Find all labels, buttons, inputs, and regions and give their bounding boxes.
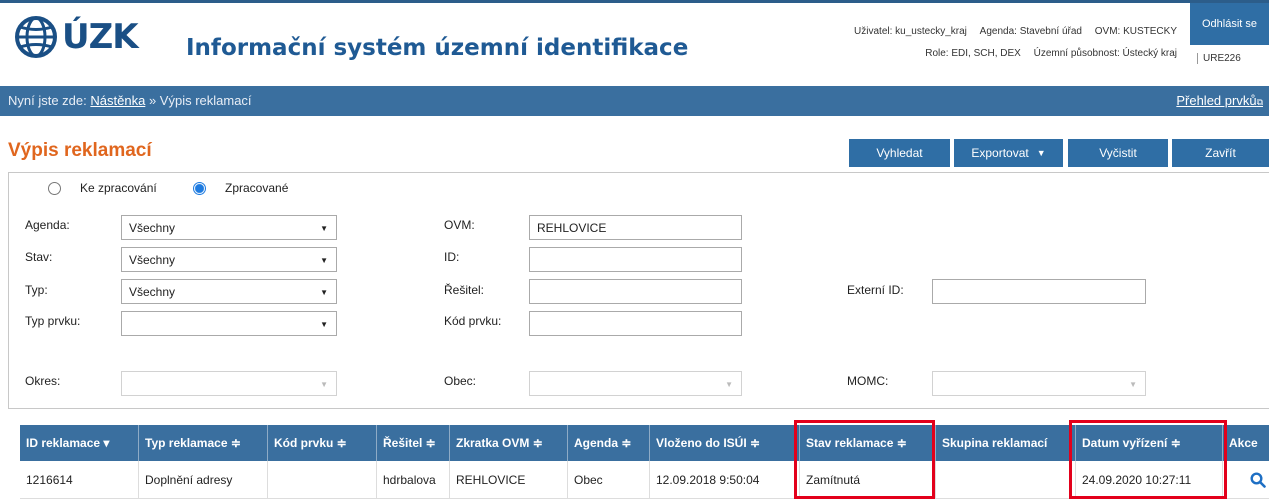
app-title: Informační systém územní identifikace — [186, 35, 689, 61]
app-header: ÚZK Informační systém územní identifikac… — [0, 0, 1269, 86]
overview-link[interactable]: Přehled prvků⧉ — [1176, 93, 1263, 108]
resitel-field[interactable] — [529, 279, 742, 304]
caret-down-icon: ▼ — [320, 380, 328, 389]
caret-down-icon: ▼ — [320, 224, 328, 233]
stav-select-value: Všechny — [129, 253, 176, 267]
col-kod-prvku[interactable]: Kód prvku ≑ — [268, 425, 377, 461]
resitel-label: Řešitel: — [444, 283, 485, 297]
caret-down-icon: ▼ — [1129, 380, 1137, 389]
radio-pending-label: Ke zpracování — [80, 181, 157, 195]
search-icon[interactable] — [1250, 472, 1266, 488]
close-button[interactable]: Zavřít — [1172, 139, 1269, 167]
agenda-select-value: Všechny — [129, 221, 176, 235]
user-ovm: OVM: KUSTECKY — [1094, 26, 1177, 37]
radio-pending[interactable]: Ke zpracování — [48, 181, 157, 195]
cell-typ: Doplnění adresy — [139, 461, 268, 499]
okres-label: Okres: — [25, 374, 61, 388]
obec-select[interactable]: ▼ — [529, 371, 742, 396]
breadcrumb: Nyní jste zde: Nástěnka » Výpis reklamac… — [0, 86, 1269, 116]
col-typ-reklamace[interactable]: Typ reklamace ≑ — [139, 425, 268, 461]
typ-prvku-select[interactable]: ▼ — [121, 311, 337, 336]
breadcrumb-home-link[interactable]: Nástěnka — [90, 93, 145, 108]
user-info: Uživatel: ku_ustecky_kraj Agenda: Staveb… — [844, 21, 1177, 65]
momc-select[interactable]: ▼ — [932, 371, 1146, 396]
table-header: ID reklamace ▾ Typ reklamace ≑ Kód prvku… — [20, 425, 1269, 461]
col-vlozeno[interactable]: Vloženo do ISÚI ≑ — [650, 425, 800, 461]
externi-id-label: Externí ID: — [847, 283, 904, 297]
obec-label: Obec: — [444, 374, 477, 388]
logout-button[interactable]: Odhlásit se — [1190, 3, 1269, 45]
breadcrumb-prefix: Nyní jste zde: — [8, 93, 87, 108]
typ-select[interactable]: Všechny ▼ — [121, 279, 337, 304]
sort-desc-icon: ▾ — [103, 436, 110, 450]
search-button[interactable]: Vyhledat — [849, 139, 950, 167]
momc-label: MOMC: — [847, 374, 889, 388]
id-label: ID: — [444, 250, 460, 264]
ovm-label: OVM: — [444, 218, 475, 232]
breadcrumb-separator: » — [148, 93, 157, 108]
col-resitel[interactable]: Řešitel ≑ — [377, 425, 450, 461]
radio-processed[interactable]: Zpracované — [193, 181, 288, 195]
stav-label: Stav: — [25, 250, 53, 264]
cell-skupina — [936, 461, 1076, 499]
cell-vlozeno: 12.09.2018 9:50:04 — [650, 461, 800, 499]
page-title: Výpis reklamací — [8, 140, 152, 161]
typ-select-value: Všechny — [129, 285, 176, 299]
caret-down-icon: ▼ — [320, 320, 328, 329]
caret-down-icon: ▼ — [320, 256, 328, 265]
col-zkratka-ovm[interactable]: Zkratka OVM ≑ — [450, 425, 568, 461]
kod-prvku-label: Kód prvku: — [444, 314, 502, 328]
globe-logo-icon — [15, 16, 57, 58]
user-agenda: Agenda: Stavební úřad — [979, 26, 1082, 37]
caret-down-icon: ▼ — [725, 380, 733, 389]
col-agenda[interactable]: Agenda ≑ — [568, 425, 650, 461]
okres-select[interactable]: ▼ — [121, 371, 337, 396]
col-datum-vyrizeni[interactable]: Datum vyřízení ≑ — [1076, 425, 1223, 461]
radio-on-icon — [193, 181, 206, 195]
typ-prvku-label: Typ prvku: — [25, 314, 81, 328]
col-id-label: ID reklamace — [26, 436, 101, 450]
kod-prvku-field[interactable] — [529, 311, 742, 336]
cell-agenda: Obec — [568, 461, 650, 499]
ure-code: URE226 — [1197, 53, 1241, 64]
radio-processed-label: Zpracované — [225, 181, 289, 195]
caret-down-icon: ▼ — [1036, 148, 1046, 158]
cell-zkratka-ovm: REHLOVICE — [450, 461, 568, 499]
external-link-icon: ⧉ — [1256, 97, 1263, 107]
table-row[interactable]: 1216614 Doplnění adresy hdrbalova REHLOV… — [20, 461, 1269, 499]
breadcrumb-current: Výpis reklamací — [159, 93, 252, 108]
col-akce: Akce — [1229, 436, 1258, 450]
export-label: Exportovat — [971, 146, 1029, 160]
user-name: Uživatel: ku_ustecky_kraj — [854, 26, 967, 37]
cuzk-logo[interactable]: ÚZK — [14, 15, 139, 59]
user-role: Role: EDI, SCH, DEX — [925, 48, 1021, 59]
agenda-label: Agenda: — [25, 218, 70, 232]
clear-button[interactable]: Vyčistit — [1068, 139, 1168, 167]
cell-id: 1216614 — [20, 461, 139, 499]
user-territory: Územní působnost: Ústecký kraj — [1033, 48, 1177, 59]
stav-select[interactable]: Všechny ▼ — [121, 247, 337, 272]
agenda-select[interactable]: Všechny ▼ — [121, 215, 337, 240]
ovm-field[interactable]: REHLOVICE — [529, 215, 742, 240]
cell-resitel: hdrbalova — [377, 461, 450, 499]
typ-label: Typ: — [25, 283, 48, 297]
externi-id-field[interactable] — [932, 279, 1146, 304]
radio-off-icon — [48, 181, 61, 195]
cell-stav: Zamítnutá — [800, 461, 936, 499]
col-skupina-reklamaci: Skupina reklamací — [936, 425, 1076, 461]
col-stav-reklamace[interactable]: Stav reklamace ≑ — [800, 425, 936, 461]
col-id-reklamace[interactable]: ID reklamace ▾ — [20, 425, 139, 461]
caret-down-icon: ▼ — [320, 288, 328, 297]
cell-datum-vyrizeni: 24.09.2020 10:27:11 — [1076, 461, 1223, 499]
id-field[interactable] — [529, 247, 742, 272]
cell-kod-prvku — [268, 461, 377, 499]
logo-text: ÚZK — [62, 17, 139, 57]
export-button[interactable]: Exportovat ▼ — [954, 139, 1063, 167]
